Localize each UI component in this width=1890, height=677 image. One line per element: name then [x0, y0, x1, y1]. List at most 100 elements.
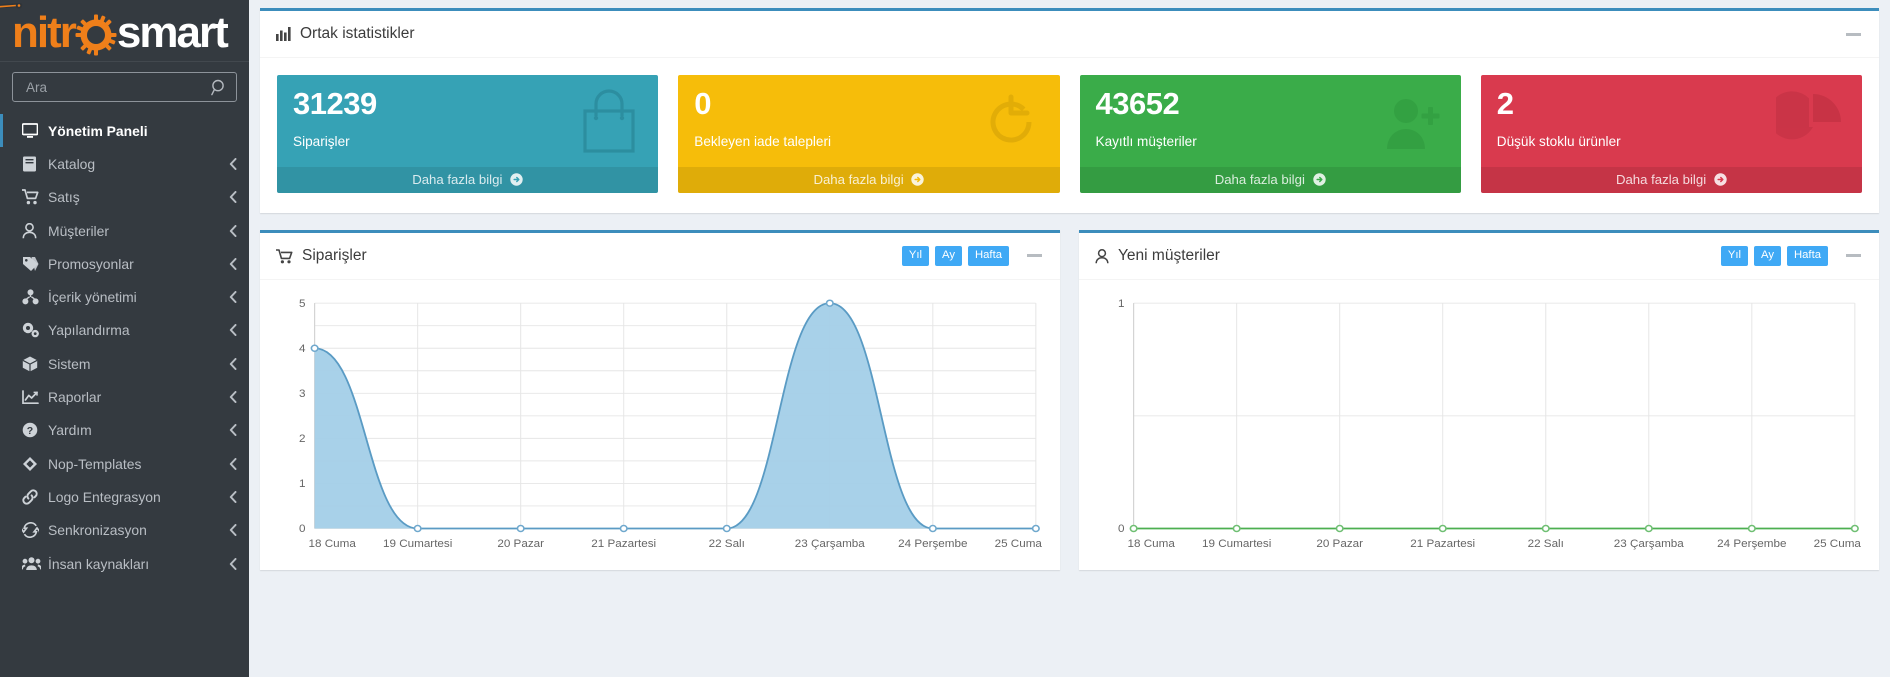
chevron-left-icon	[229, 157, 237, 170]
search-icon[interactable]	[211, 79, 238, 96]
logo-text-primary: nitr	[12, 7, 77, 57]
svg-text:2: 2	[299, 433, 305, 444]
sidebar-item-nop-templates[interactable]: Nop-Templates	[0, 447, 249, 480]
minimize-button[interactable]	[1834, 32, 1865, 36]
sidebar-item-sistem[interactable]: Sistem	[0, 347, 249, 380]
sidebar: nitr smart Ara Yönetim Paneli Katalog Sa…	[0, 0, 249, 677]
sidebar-item-promosyonlar[interactable]: Promosyonlar	[0, 247, 249, 280]
arrow-circle-right-icon	[510, 172, 523, 187]
user-icon	[1095, 248, 1109, 264]
panel-title-text: Ortak istatistikler	[300, 25, 415, 42]
arrow-circle-right-icon	[911, 172, 924, 187]
chevron-left-icon	[229, 191, 237, 204]
range-button-year[interactable]: Yıl	[1720, 246, 1748, 266]
customers-chart-panel: Yeni müşteriler Yıl Ay Hafta 0 1 18 Cuma 19…	[1079, 230, 1879, 570]
sidebar-item-insan-kaynaklari[interactable]: İnsan kaynakları	[0, 547, 249, 580]
orders-chart-body: 0 1 2 3 4 5 18 Cuma 19 Cumartesi 20 Pazar 21 Paza…	[260, 280, 1060, 570]
minimize-button[interactable]	[1015, 254, 1046, 258]
svg-text:24 Perşembe: 24 Perşembe	[898, 539, 967, 550]
refresh-circle-icon	[974, 85, 1048, 164]
panel-title-text: Siparişler	[302, 247, 367, 264]
sitemap-icon	[22, 289, 48, 305]
svg-text:25 Cuma: 25 Cuma	[995, 539, 1043, 550]
sidebar-item-katalog[interactable]: Katalog	[0, 147, 249, 180]
chevron-left-icon	[229, 457, 237, 470]
more-info-link[interactable]: Daha fazla bilgi	[277, 167, 659, 193]
link-icon	[22, 489, 48, 505]
users-icon	[22, 556, 48, 571]
sidebar-item-senkronizasyon[interactable]: Senkronizasyon	[0, 514, 249, 547]
sidebar-item-label: Senkronizasyon	[48, 522, 147, 539]
orders-area-chart[interactable]: 0 1 2 3 4 5 18 Cuma 19 Cumartesi 20 Pazar 21 Paza…	[274, 292, 1046, 562]
sidebar-item-yardim[interactable]: ? Yardım	[0, 414, 249, 447]
svg-text:5: 5	[299, 298, 305, 309]
stat-card-registered-customers: 43652 Kayıtlı müşteriler Daha fazla bilg…	[1079, 75, 1461, 193]
more-info-link[interactable]: Daha fazla bilgi	[678, 167, 1060, 193]
user-icon	[22, 222, 48, 239]
stat-card-low-stock: 2 Düşük stoklu ürünler Daha fazla bilgi	[1480, 75, 1862, 193]
book-icon	[22, 156, 48, 172]
arrow-circle-right-icon	[1714, 172, 1727, 187]
customers-chart-body: 0 1 18 Cuma 19 Cumartesi 20 Pazar 21 Pazartes…	[1079, 280, 1879, 570]
common-statistics-panel: Ortak istatistikler 31239 Siparişler Dah…	[260, 8, 1879, 213]
sidebar-item-label: Katalog	[48, 155, 96, 172]
svg-text:24 Perşembe: 24 Perşembe	[1717, 539, 1786, 550]
needle-icon	[0, 2, 23, 9]
customers-line-chart[interactable]: 0 1 18 Cuma 19 Cumartesi 20 Pazar 21 Pazartes…	[1093, 292, 1865, 562]
stat-cards: 31239 Siparişler Daha fazla bilgi 0 Bekl…	[260, 58, 1879, 213]
svg-text:23 Çarşamba: 23 Çarşamba	[795, 539, 866, 550]
logo[interactable]: nitr smart	[0, 0, 249, 62]
sidebar-item-label: Nop-Templates	[48, 455, 142, 472]
question-circle-icon: ?	[22, 422, 48, 438]
range-button-year[interactable]: Yıl	[901, 246, 929, 266]
sidebar-item-label: Müşteriler	[48, 222, 109, 239]
sidebar-item-yapilandirma[interactable]: Yapılandırma	[0, 314, 249, 347]
sidebar-item-logo-entegrasyon[interactable]: Logo Entegrasyon	[0, 480, 249, 513]
diamond-icon	[22, 456, 48, 472]
svg-text:0: 0	[1118, 524, 1124, 535]
sidebar-item-yonetim-paneli[interactable]: Yönetim Paneli	[0, 114, 249, 148]
svg-text:1: 1	[1118, 298, 1124, 309]
chevron-left-icon	[229, 490, 237, 503]
chevron-left-icon	[229, 324, 237, 337]
range-button-week[interactable]: Hafta	[967, 246, 1009, 266]
stat-card-pending-returns: 0 Bekleyen iade talepleri Daha fazla bil…	[678, 75, 1060, 193]
svg-text:18 Cuma: 18 Cuma	[1128, 539, 1176, 550]
svg-text:20 Pazar: 20 Pazar	[497, 539, 544, 550]
search-input[interactable]	[13, 79, 211, 95]
chevron-left-icon	[229, 391, 237, 404]
range-button-month[interactable]: Ay	[1754, 246, 1781, 266]
cart-icon	[22, 189, 48, 205]
range-button-month[interactable]: Ay	[935, 246, 962, 266]
sidebar-item-raporlar[interactable]: Raporlar	[0, 380, 249, 413]
svg-text:20 Pazar: 20 Pazar	[1316, 539, 1363, 550]
more-info-link[interactable]: Daha fazla bilgi	[1480, 167, 1862, 193]
sidebar-item-satis[interactable]: Satış	[0, 181, 249, 214]
sidebar-item-musteriler[interactable]: Müşteriler	[0, 214, 249, 247]
cart-icon	[276, 248, 293, 264]
svg-text:23 Çarşamba: 23 Çarşamba	[1614, 539, 1685, 550]
chart-line-icon	[22, 389, 48, 405]
more-info-label: Daha fazla bilgi	[1615, 172, 1707, 187]
svg-text:?: ?	[27, 425, 33, 437]
pie-chart-icon	[1768, 85, 1850, 164]
range-button-week[interactable]: Hafta	[1786, 246, 1828, 266]
svg-text:19 Cumartesi: 19 Cumartesi	[383, 539, 452, 550]
stat-card-orders: 31239 Siparişler Daha fazla bilgi	[277, 75, 659, 193]
admin-dashboard: nitr smart Ara Yönetim Paneli Katalog Sa…	[0, 0, 1890, 677]
sidebar-item-icerik-yonetimi[interactable]: İçerik yönetimi	[0, 280, 249, 313]
minimize-button[interactable]	[1834, 254, 1865, 258]
panel-header: Ortak istatistikler	[260, 11, 1879, 58]
panel-header: Yeni müşteriler Yıl Ay Hafta	[1079, 233, 1879, 280]
user-plus-icon	[1375, 85, 1449, 164]
refresh-icon	[22, 522, 48, 539]
more-info-link[interactable]: Daha fazla bilgi	[1079, 167, 1461, 193]
sidebar-item-label: Yönetim Paneli	[48, 122, 148, 139]
gears-icon	[22, 322, 48, 338]
sidebar-item-label: Yapılandırma	[48, 322, 130, 339]
chevron-left-icon	[229, 257, 237, 270]
svg-text:3: 3	[299, 388, 305, 399]
chevron-left-icon	[229, 557, 237, 570]
sidebar-item-label: İçerik yönetimi	[48, 289, 137, 306]
svg-text:21 Pazartesi: 21 Pazartesi	[591, 539, 656, 550]
